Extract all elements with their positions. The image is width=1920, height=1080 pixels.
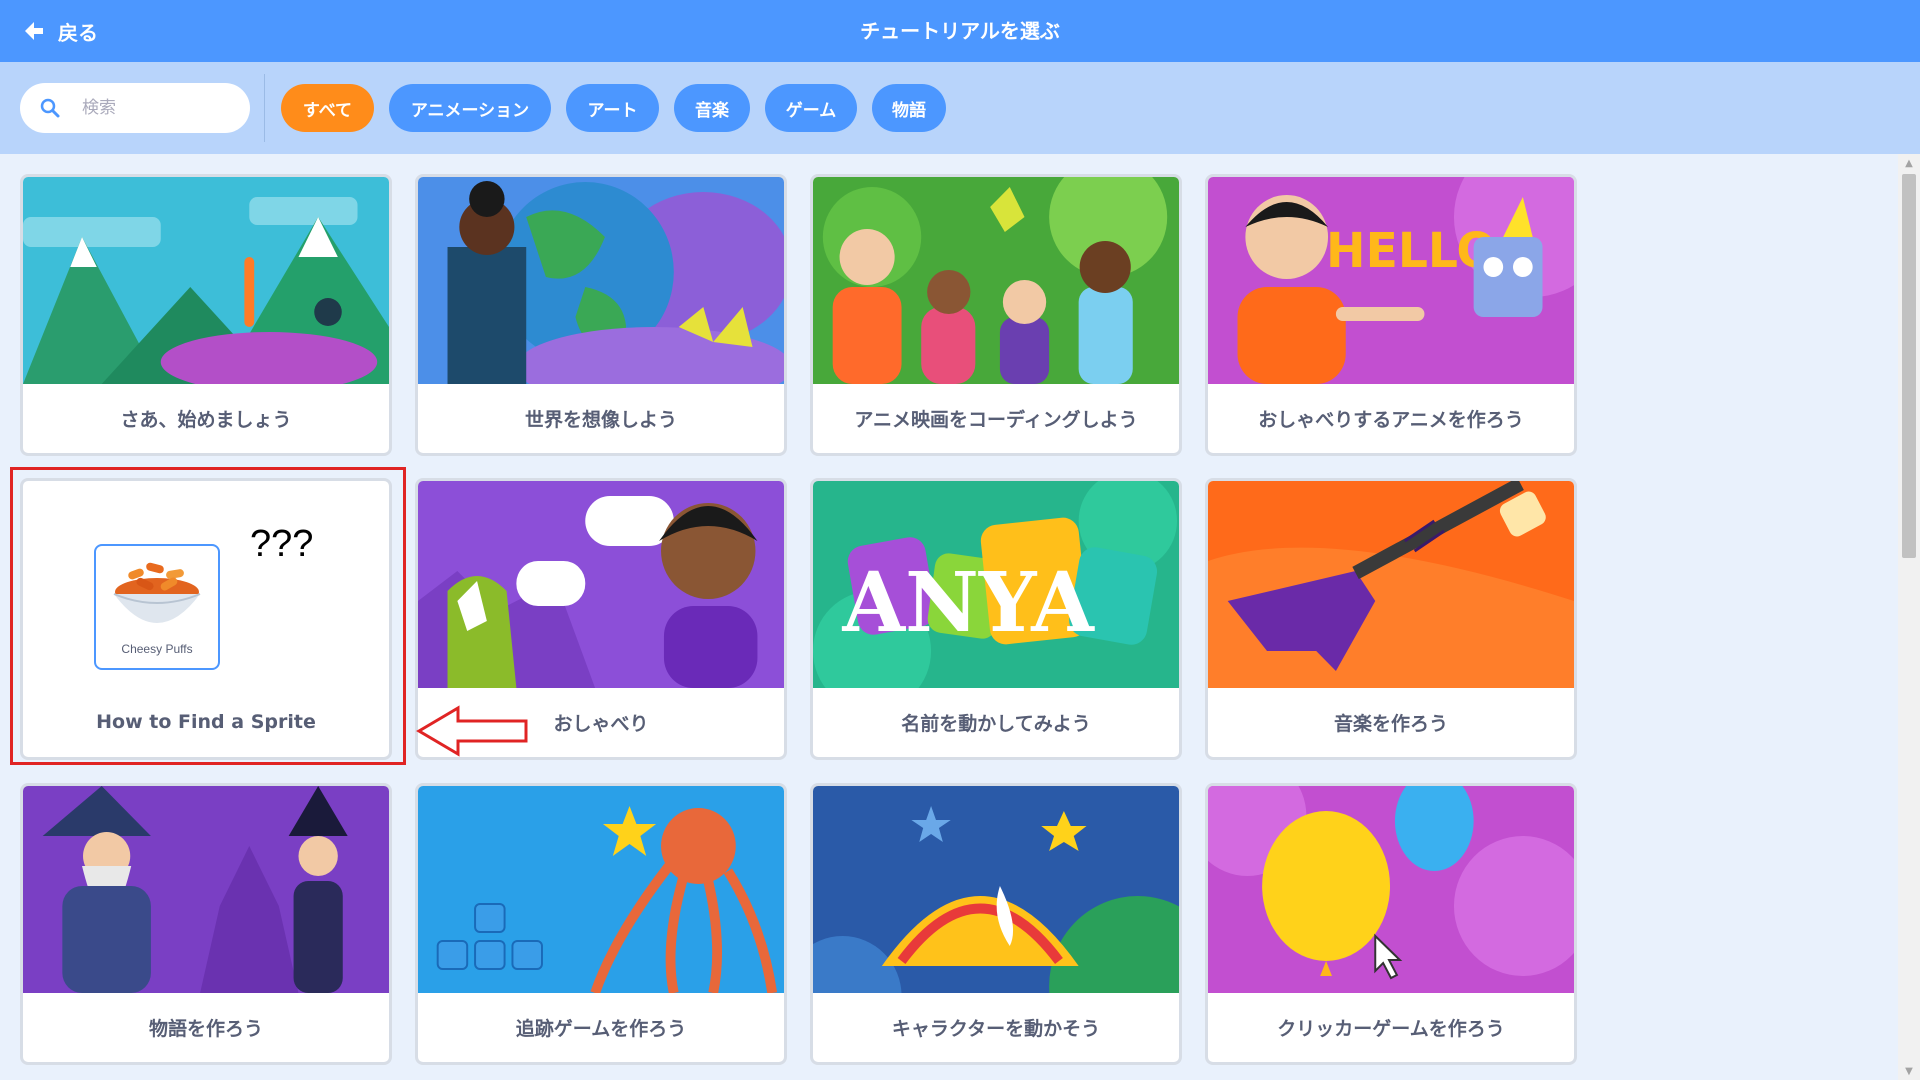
card-label: おしゃべりするアニメを作ろう xyxy=(1258,408,1524,431)
card-thumbnail xyxy=(813,786,1179,993)
tutorial-card-clicker-game[interactable]: クリッカーゲームを作ろう xyxy=(1205,783,1577,1065)
card-label: 音楽を作ろう xyxy=(1333,712,1448,735)
card-label: クリッカーゲームを作ろう xyxy=(1277,1017,1505,1040)
filter-stories[interactable]: 物語 xyxy=(872,84,946,132)
card-label: 名前を動かしてみよう xyxy=(901,712,1091,735)
card-label: キャラクターを動かそう xyxy=(891,1017,1101,1040)
card-thumbnail xyxy=(418,481,784,688)
arrow-left-annotation-icon xyxy=(416,705,528,757)
card-thumbnail: ANYA xyxy=(813,481,1179,688)
scroll-up-icon[interactable]: ▲ xyxy=(1898,154,1920,172)
header-bar: 戻る チュートリアルを選ぶ xyxy=(0,0,1920,62)
card-thumbnail xyxy=(1208,481,1574,688)
tutorial-card-animate-film[interactable]: アニメ映画をコーディングしよう xyxy=(810,174,1182,456)
tutorial-card-make-music[interactable]: 音楽を作ろう xyxy=(1205,478,1577,760)
highlight-box xyxy=(10,467,406,765)
card-thumbnail xyxy=(418,786,784,993)
search-input[interactable] xyxy=(82,83,242,133)
card-label: 世界を想像しよう xyxy=(524,408,677,431)
card-thumbnail xyxy=(23,177,389,384)
card-thumbnail xyxy=(418,177,784,384)
card-label: 物語を作ろう xyxy=(148,1017,263,1040)
tutorial-card-animate-character[interactable]: キャラクターを動かそう xyxy=(810,783,1182,1065)
svg-text:HELLO: HELLO xyxy=(1326,224,1496,279)
tutorial-card-imagine-world[interactable]: 世界を想像しよう xyxy=(415,174,787,456)
page-title: チュートリアルを選ぶ xyxy=(860,19,1060,43)
tutorial-card-animate-name[interactable]: ANYA 名前を動かしてみよう xyxy=(810,478,1182,760)
scroll-down-icon[interactable]: ▼ xyxy=(1898,1062,1920,1080)
card-label: アニメ映画をコーディングしよう xyxy=(854,408,1138,431)
filter-games[interactable]: ゲーム xyxy=(765,84,857,132)
filter-art[interactable]: アート xyxy=(566,84,659,132)
tutorial-card-chase-game[interactable]: 追跡ゲームを作ろう xyxy=(415,783,787,1065)
tutorial-card-create-story[interactable]: 物語を作ろう xyxy=(20,783,392,1065)
card-thumbnail xyxy=(1208,786,1574,993)
card-label: 追跡ゲームを作ろう xyxy=(515,1017,687,1040)
card-thumbnail xyxy=(23,786,389,993)
vertical-scrollbar[interactable]: ▲ ▼ xyxy=(1898,154,1920,1080)
filter-all[interactable]: すべて xyxy=(281,84,374,132)
tutorial-card-getting-started[interactable]: さあ、始めましょう xyxy=(20,174,392,456)
tutorial-card-talking-animation[interactable]: HELLO おしゃべりするアニメを作ろう xyxy=(1205,174,1577,456)
search-box[interactable] xyxy=(20,83,250,133)
filter-animation[interactable]: アニメーション xyxy=(389,84,551,132)
anya-text: ANYA xyxy=(842,555,1096,651)
filter-divider xyxy=(264,74,265,142)
card-label: さあ、始めましょう xyxy=(120,408,292,431)
card-thumbnail: HELLO xyxy=(1208,177,1574,384)
search-icon xyxy=(40,98,60,118)
filter-bar: すべて アニメーション アート 音楽 ゲーム 物語 xyxy=(0,62,1920,154)
filter-music[interactable]: 音楽 xyxy=(674,84,750,132)
card-thumbnail xyxy=(813,177,1179,384)
scrollbar-thumb[interactable] xyxy=(1902,174,1916,558)
